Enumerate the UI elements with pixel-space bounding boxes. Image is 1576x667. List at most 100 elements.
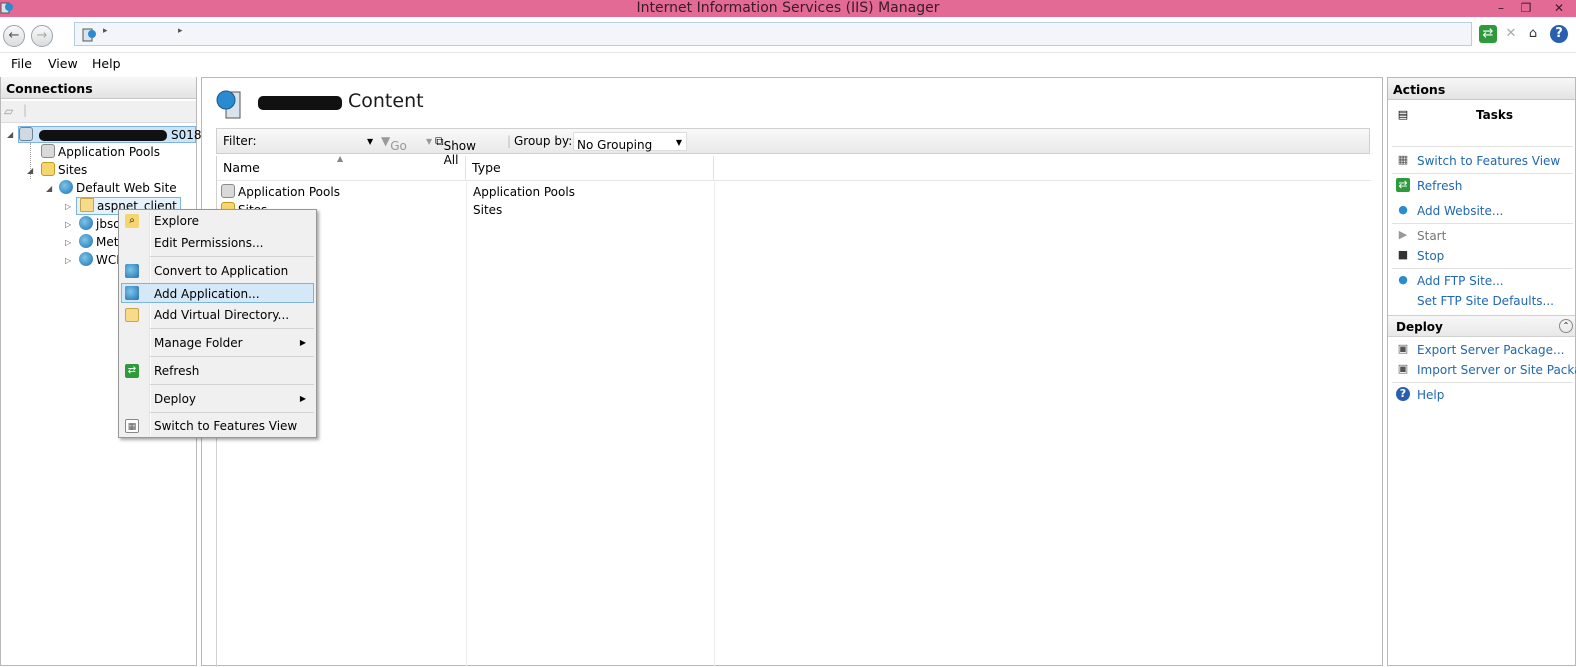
convert-application-icon [125, 264, 139, 278]
submenu-arrow-icon: ▶ [299, 338, 306, 347]
tree-label: Met [96, 235, 119, 249]
expand-arrow-icon[interactable]: ▷ [65, 202, 71, 211]
connect-icon[interactable]: ▱ [4, 104, 13, 118]
tree-jbso[interactable]: jbso [79, 216, 121, 232]
add-website-icon: ● [1398, 203, 1408, 216]
action-help[interactable]: Help [1417, 388, 1444, 402]
redacted-title [258, 96, 342, 110]
toolbar-separator: | [23, 103, 28, 117]
go-dropdown-icon[interactable]: ▼ [426, 137, 432, 146]
filter-dropdown-icon[interactable]: ▼ [367, 137, 373, 146]
menu-item-manage-folder[interactable]: Manage Folder ▶ [121, 333, 314, 353]
tree-sites[interactable]: Sites [41, 162, 87, 178]
folder-icon [80, 198, 94, 212]
action-refresh[interactable]: Refresh [1417, 179, 1462, 193]
deploy-section-header[interactable]: Deploy ⌃ [1388, 315, 1575, 337]
server-name-suffix: S018 [171, 128, 202, 142]
action-switch-features[interactable]: Switch to Features View [1417, 154, 1560, 168]
content-pane: Content Filter: ▼ ▼ Go ▼ ⧉ Show All | Gr… [201, 77, 1383, 667]
list-row-type: Application Pools [473, 185, 575, 199]
action-add-website[interactable]: Add Website... [1417, 204, 1503, 218]
submenu-arrow-icon: ▶ [299, 394, 306, 403]
menu-item-add-application[interactable]: Add Application... [121, 283, 314, 303]
tree-default-web-site[interactable]: Default Web Site [59, 180, 177, 196]
minimize-button[interactable]: – [1490, 0, 1512, 16]
breadcrumb-chevron-icon: ▸ [103, 26, 108, 36]
list-row-type: Sites [473, 203, 503, 217]
column-type[interactable]: Type [466, 156, 714, 180]
filter-input[interactable] [259, 132, 377, 150]
help-icon[interactable]: ? [1550, 25, 1568, 43]
show-all-button[interactable]: ⧉ Show All [435, 134, 476, 167]
collapse-arrow-icon[interactable]: ◢ [27, 166, 33, 175]
application-icon [79, 216, 93, 230]
menu-item-deploy[interactable]: Deploy ▶ [121, 389, 314, 409]
menu-help[interactable]: Help [92, 56, 121, 71]
column-name[interactable]: Name ▲ [217, 154, 466, 180]
add-ftp-icon: ● [1398, 273, 1408, 286]
menu-file[interactable]: File [11, 56, 32, 71]
export-package-icon: ▣ [1397, 342, 1409, 355]
sort-ascending-icon: ▲ [337, 154, 344, 163]
actions-pane: Actions ▤ Tasks ▦ Switch to Features Vie… [1387, 77, 1576, 666]
tree-wcl[interactable]: WCI [79, 252, 120, 268]
close-button[interactable]: ✕ [1548, 0, 1570, 16]
features-view-icon: ▦ [1397, 153, 1409, 166]
add-application-icon [125, 286, 139, 300]
stop-icon[interactable]: ✕ [1502, 25, 1520, 43]
virtual-directory-icon [125, 308, 139, 322]
refresh-icon: ⇄ [125, 364, 139, 378]
action-export-package[interactable]: Export Server Package... [1417, 343, 1564, 357]
refresh-icon[interactable]: ⇄ [1479, 25, 1497, 43]
address-breadcrumb[interactable]: ▸ ▸ [74, 22, 1472, 46]
server-icon: ▤ [1397, 108, 1409, 121]
menu-item-edit-permissions[interactable]: Edit Permissions... [121, 233, 314, 253]
toolbar-separator: | [507, 134, 512, 148]
application-icon [79, 234, 93, 248]
import-package-icon: ▣ [1397, 362, 1409, 375]
website-globe-icon [59, 180, 73, 194]
tree-label: jbso [96, 217, 121, 231]
action-add-ftp[interactable]: Add FTP Site... [1417, 274, 1504, 288]
list-row-name[interactable]: Application Pools [221, 184, 340, 199]
home-icon[interactable]: ⌂ [1524, 25, 1542, 43]
chevron-down-icon: ▼ [675, 138, 682, 147]
action-start[interactable]: Start [1417, 229, 1446, 243]
menu-item-switch-features-view[interactable]: ▦ Switch to Features View [121, 416, 314, 436]
tree-label: Default Web Site [76, 181, 177, 195]
server-content-icon [216, 88, 250, 120]
menu-item-add-virtual-directory[interactable]: Add Virtual Directory... [121, 305, 314, 325]
breadcrumb-chevron-icon: ▸ [178, 26, 183, 36]
menu-item-explore[interactable]: ⌕ Explore [121, 211, 314, 231]
expand-arrow-icon[interactable]: ▷ [65, 256, 71, 265]
menu-item-convert-to-application[interactable]: Convert to Application [121, 261, 314, 281]
tree-application-pools[interactable]: Application Pools [41, 144, 160, 160]
restore-button[interactable]: ❐ [1515, 0, 1537, 16]
forward-arrow-icon: → [36, 28, 48, 43]
collapse-arrow-icon[interactable]: ◢ [46, 184, 52, 193]
action-ftp-defaults[interactable]: Set FTP Site Defaults... [1417, 294, 1554, 308]
content-list: Name ▲ Type Application Pools Applicatio… [216, 154, 1371, 667]
group-by-select[interactable]: No Grouping ▼ [573, 132, 687, 152]
action-stop[interactable]: Stop [1417, 249, 1444, 263]
menu-view[interactable]: View [48, 56, 78, 71]
forward-button[interactable]: → [31, 25, 53, 47]
go-button[interactable]: ▼ Go [381, 134, 407, 153]
expand-arrow-icon[interactable]: ▷ [65, 238, 71, 247]
collapse-section-icon[interactable]: ⌃ [1559, 319, 1573, 333]
window-title: Internet Information Services (IIS) Mana… [636, 0, 940, 16]
collapse-arrow-icon[interactable]: ◢ [7, 130, 13, 139]
application-icon [79, 252, 93, 266]
help-icon: ? [1396, 387, 1410, 401]
context-menu: ⌕ Explore Edit Permissions... Convert to… [118, 209, 317, 438]
back-button[interactable]: ← [3, 25, 25, 47]
connections-toolbar: ▱ | [1, 101, 196, 123]
refresh-icon: ⇄ [1396, 178, 1410, 192]
explore-icon: ⌕ [125, 214, 139, 228]
tree-server-node[interactable]: S018 [18, 126, 202, 143]
tree-met[interactable]: Met [79, 234, 118, 250]
tree-label: Application Pools [58, 145, 160, 159]
action-import-package[interactable]: Import Server or Site Package [1417, 363, 1576, 377]
menu-item-refresh[interactable]: ⇄ Refresh [121, 361, 314, 381]
expand-arrow-icon[interactable]: ▷ [65, 220, 71, 229]
